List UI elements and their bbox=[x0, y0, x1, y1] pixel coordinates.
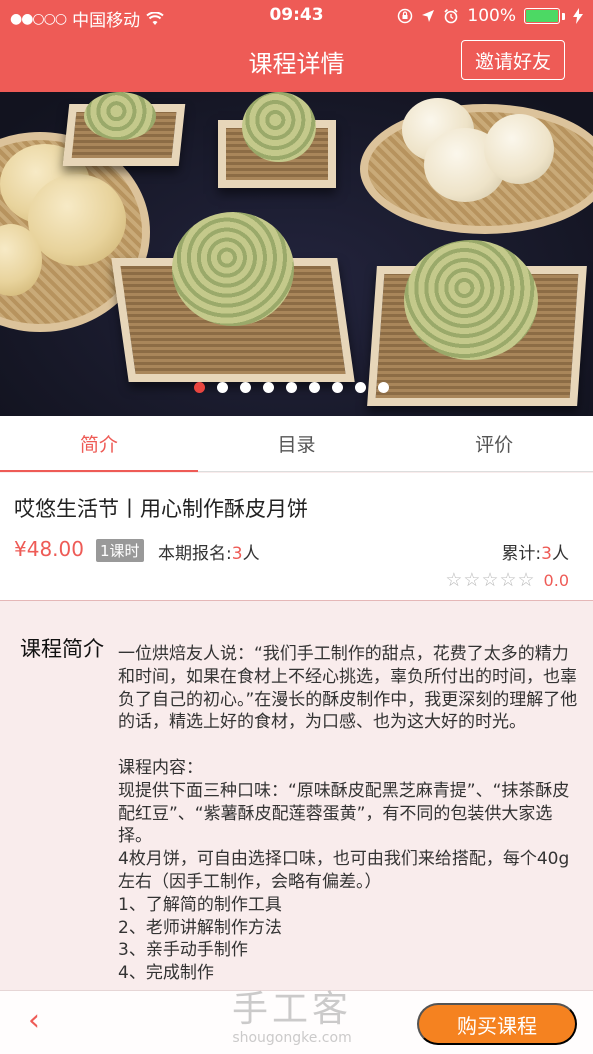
carousel-dot[interactable] bbox=[286, 382, 297, 393]
tab-catalog[interactable]: 目录 bbox=[198, 416, 396, 471]
invite-friends-button[interactable]: 邀请好友 bbox=[461, 40, 565, 80]
orientation-lock-icon bbox=[398, 8, 413, 24]
lessons-badge: 1课时 bbox=[96, 539, 144, 562]
course-price: ¥48.00 bbox=[14, 537, 84, 561]
enrolled-label: 本期报名: bbox=[158, 544, 232, 564]
total-unit: 人 bbox=[552, 544, 569, 564]
mooncake bbox=[84, 92, 156, 140]
battery-icon bbox=[524, 8, 560, 24]
buy-course-button[interactable]: 购买课程 bbox=[417, 1003, 577, 1045]
charging-icon bbox=[573, 8, 583, 24]
mooncake bbox=[484, 114, 554, 184]
tab-intro[interactable]: 简介 bbox=[0, 416, 198, 472]
carousel-dot[interactable] bbox=[240, 382, 251, 393]
carousel-dot[interactable] bbox=[355, 382, 366, 393]
carousel-dot[interactable] bbox=[378, 382, 389, 393]
enrolled-number: 3 bbox=[231, 544, 243, 564]
carousel-dot[interactable] bbox=[263, 382, 274, 393]
status-bar: ●●○○○ 中国移动 09:43 100% bbox=[0, 0, 593, 31]
enrolled-unit: 人 bbox=[242, 544, 260, 564]
intro-heading: 课程简介 bbox=[20, 637, 104, 661]
total-count: 累计:3人 bbox=[501, 539, 569, 564]
course-image-carousel[interactable] bbox=[0, 92, 593, 416]
bottom-action-bar: ‹ 购买课程 bbox=[0, 990, 593, 1054]
total-label: 累计: bbox=[501, 544, 542, 564]
carousel-indicators bbox=[0, 382, 593, 393]
battery-percent: 100% bbox=[467, 6, 516, 26]
back-icon[interactable]: ‹ bbox=[28, 1006, 48, 1037]
enrolled-count: 本期报名:3人 bbox=[158, 539, 260, 564]
carousel-dot[interactable] bbox=[194, 382, 205, 393]
location-icon bbox=[422, 10, 435, 22]
mooncake bbox=[404, 240, 538, 360]
battery-tip bbox=[562, 12, 565, 20]
detail-tabs: 简介 目录 评价 bbox=[0, 416, 593, 472]
mooncake bbox=[172, 212, 294, 326]
alarm-icon bbox=[444, 8, 458, 24]
star-rating-icon: ☆☆☆☆☆ bbox=[445, 569, 536, 591]
carousel-dot[interactable] bbox=[217, 382, 228, 393]
carousel-dot[interactable] bbox=[332, 382, 343, 393]
rating-score: 0.0 bbox=[543, 570, 569, 590]
tab-reviews[interactable]: 评价 bbox=[395, 416, 593, 471]
status-right: 100% bbox=[397, 6, 583, 26]
course-name: 哎悠生活节丨用心制作酥皮月饼 bbox=[14, 497, 308, 521]
carousel-dot[interactable] bbox=[309, 382, 320, 393]
intro-text: 一位烘焙友人说：“我们手工制作的甜点，花费了太多的精力和时间，如果在食材上不经心… bbox=[118, 644, 578, 984]
top-header: ●●○○○ 中国移动 09:43 100% 课程详情 邀请好友 bbox=[0, 0, 593, 92]
total-number: 3 bbox=[541, 544, 552, 564]
course-info-panel: 哎悠生活节丨用心制作酥皮月饼 ¥48.00 1课时 本期报名:3人 累计:3人 … bbox=[0, 473, 593, 601]
course-rating: ☆☆☆☆☆ 0.0 bbox=[445, 569, 569, 591]
mooncake bbox=[28, 174, 126, 266]
mooncake bbox=[242, 92, 316, 162]
